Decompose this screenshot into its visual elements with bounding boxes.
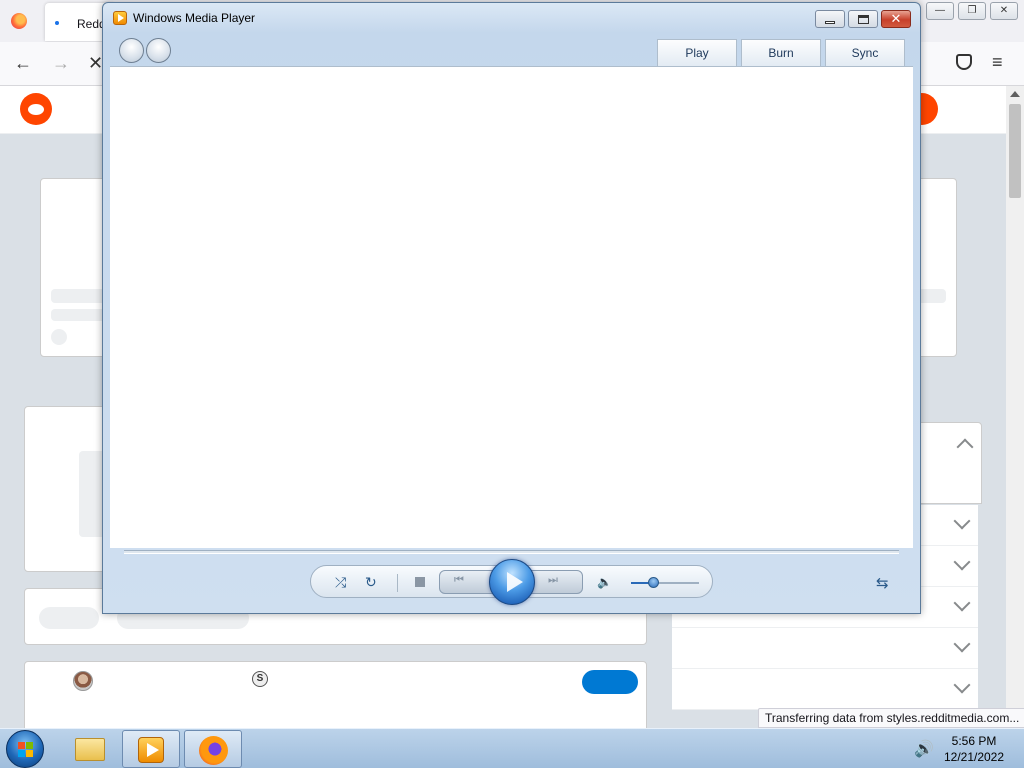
close-icon: ✕ — [890, 11, 902, 26]
chevron-down-icon[interactable] — [953, 676, 971, 694]
wmp-close-button[interactable]: ✕ — [881, 10, 911, 28]
forward-button[interactable] — [146, 38, 171, 63]
windows-logo-icon — [18, 742, 34, 758]
play-button[interactable] — [489, 559, 535, 605]
clock-date: 12/21/2022 — [943, 750, 1005, 764]
pocket-icon[interactable] — [956, 54, 972, 70]
page-scrollbar[interactable] — [1006, 86, 1024, 728]
seek-bar[interactable] — [124, 550, 899, 554]
tray-volume-icon[interactable]: 🔊 — [914, 739, 934, 759]
firefox-close-button[interactable]: ✕ — [990, 2, 1018, 20]
volume-slider[interactable] — [631, 577, 699, 588]
wmp-maximize-button[interactable] — [848, 10, 878, 28]
chevron-up-icon[interactable] — [956, 438, 974, 456]
shuffle-icon[interactable]: ⤮ — [335, 574, 346, 590]
wmp-app-icon — [113, 11, 127, 25]
sidebar-collapsed-row[interactable] — [672, 628, 978, 669]
clock-time: 5:56 PM — [951, 734, 997, 748]
maximize-icon — [858, 15, 869, 24]
reddit-logo-icon[interactable] — [20, 93, 52, 125]
tab-play[interactable]: Play — [657, 39, 737, 66]
previous-icon[interactable]: ⏮ — [454, 574, 464, 587]
start-button[interactable] — [6, 730, 44, 768]
wmp-minimize-button[interactable] — [815, 10, 845, 28]
stop-loading-icon[interactable]: ✕ — [88, 52, 103, 74]
hamburger-menu-icon[interactable]: ≡ — [992, 52, 1003, 73]
folder-icon — [75, 738, 105, 761]
join-button[interactable] — [582, 670, 638, 694]
switch-to-now-playing-icon[interactable]: ⇆ — [876, 574, 889, 592]
wmp-content-area[interactable] — [110, 66, 913, 548]
scrollbar-thumb[interactable] — [1009, 104, 1021, 198]
skeleton-avatar — [51, 329, 67, 345]
forward-arrow-icon[interactable]: → — [52, 52, 70, 74]
taskbar-firefox-button[interactable] — [184, 730, 242, 768]
taskbar-explorer-button[interactable] — [60, 730, 118, 768]
repeat-icon[interactable]: ↻ — [365, 574, 377, 590]
next-icon[interactable]: ⏭ — [548, 574, 558, 587]
user-avatar[interactable] — [73, 671, 93, 691]
coin-icon: S — [252, 671, 268, 687]
scroll-up-arrow-icon[interactable] — [1010, 91, 1020, 97]
mute-speaker-icon[interactable]: 🔈 — [597, 574, 612, 590]
taskbar-clock[interactable]: 5:56 PM 12/21/2022 — [932, 733, 1016, 765]
controls-divider — [397, 574, 398, 592]
browser-status-bar: Transferring data from styles.redditmedi… — [758, 708, 1024, 728]
volume-thumb[interactable] — [647, 577, 659, 588]
wmp-taskbar-icon — [138, 737, 164, 763]
minimize-icon — [825, 21, 835, 24]
wmp-window: Windows Media Player ✕ Play Burn Sync ⤮ … — [102, 2, 921, 614]
chevron-down-icon[interactable] — [953, 635, 971, 653]
firefox-logo-icon — [11, 13, 27, 29]
tab-sync[interactable]: Sync — [825, 39, 905, 66]
back-arrow-icon[interactable]: ← — [14, 52, 32, 74]
chevron-down-icon[interactable] — [953, 553, 971, 571]
sidebar-collapsed-row[interactable] — [672, 669, 978, 710]
firefox-taskbar-icon — [199, 736, 228, 765]
chevron-down-icon[interactable] — [953, 594, 971, 612]
skeleton-pill — [39, 607, 99, 629]
tab-loading-indicator-icon — [55, 21, 59, 25]
windows-taskbar: 🔊 5:56 PM 12/21/2022 — [0, 728, 1024, 768]
wmp-window-title: Windows Media Player — [133, 11, 256, 25]
tab-burn[interactable]: Burn — [741, 39, 821, 66]
firefox-minimize-button[interactable]: — — [926, 2, 954, 20]
back-button[interactable] — [119, 38, 144, 63]
stop-icon[interactable] — [415, 577, 425, 587]
taskbar-wmp-button[interactable] — [122, 730, 180, 768]
chevron-down-icon[interactable] — [953, 512, 971, 530]
firefox-restore-button[interactable]: ❐ — [958, 2, 986, 20]
